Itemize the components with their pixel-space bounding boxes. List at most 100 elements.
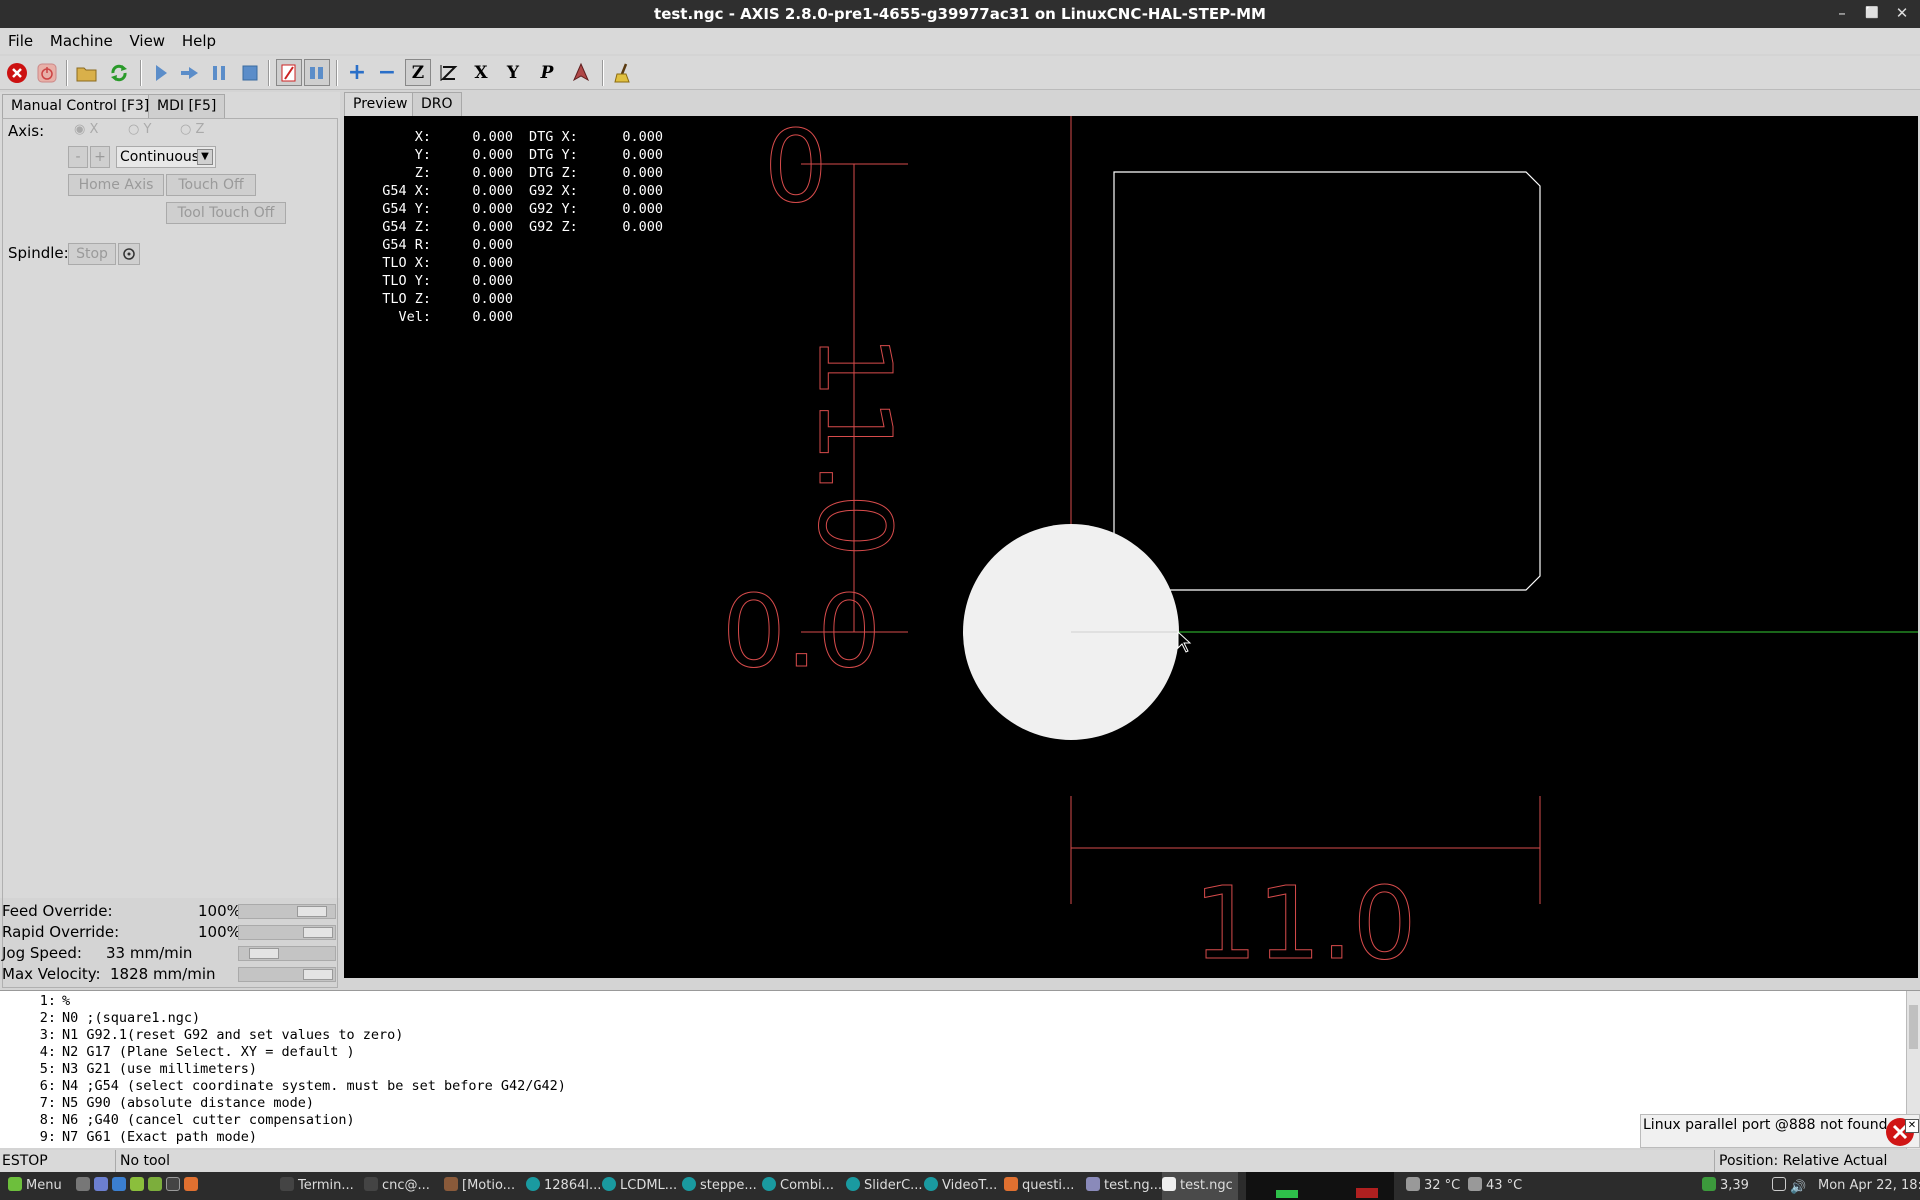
dro-label: G92 Z: bbox=[529, 219, 578, 235]
taskbar-item-slider[interactable]: SliderC... bbox=[846, 1172, 924, 1200]
gcode-line[interactable]: 9: N7 G61 (Exact path mode) bbox=[0, 1129, 566, 1146]
touch-off-button[interactable]: Touch Off bbox=[166, 174, 256, 196]
feed-override-thumb[interactable] bbox=[297, 906, 327, 917]
spindle-brake-button[interactable] bbox=[118, 243, 140, 265]
taskbar-item-12864[interactable]: 12864l... bbox=[526, 1172, 602, 1200]
gcode-scrollbar-thumb[interactable] bbox=[1909, 1005, 1918, 1049]
gcode-line[interactable]: 1:% bbox=[0, 993, 566, 1010]
gcode-line[interactable]: 3: N1 G92.1(reset G92 and set values to z… bbox=[0, 1027, 566, 1044]
jog-minus-button[interactable]: - bbox=[68, 146, 88, 168]
jog-increment-select[interactable]: Continuous ▼ bbox=[116, 146, 216, 168]
axis-y-radio[interactable]: ○ Y bbox=[128, 122, 151, 137]
view-x-button[interactable]: X bbox=[468, 59, 494, 86]
block-delete-button[interactable] bbox=[276, 59, 302, 86]
browser-icon[interactable] bbox=[112, 1177, 126, 1191]
tab-mdi[interactable]: MDI [F5] bbox=[148, 94, 226, 118]
minimize-icon[interactable]: – bbox=[1828, 0, 1856, 28]
brake-icon bbox=[123, 248, 135, 260]
pause-button[interactable] bbox=[206, 59, 232, 86]
step-button[interactable] bbox=[177, 59, 203, 86]
taskbar-item-test-axis[interactable]: test.ngc bbox=[1162, 1172, 1238, 1200]
volume-icon[interactable]: 🔊 bbox=[1790, 1174, 1806, 1195]
notifications-icon[interactable] bbox=[1772, 1177, 1786, 1191]
zoom-out-button[interactable]: − bbox=[374, 59, 400, 86]
view-y-button[interactable]: Y bbox=[500, 59, 526, 86]
tool-touch-off-button[interactable]: Tool Touch Off bbox=[166, 202, 286, 224]
menu-help[interactable]: Help bbox=[176, 28, 222, 54]
network-indicator[interactable]: 3,39 bbox=[1702, 1172, 1749, 1200]
quick-launch bbox=[76, 1172, 202, 1200]
play-icon bbox=[156, 64, 167, 81]
spindle-label: Spindle: bbox=[8, 244, 69, 262]
taskbar-item-test-editor[interactable]: test.ng... bbox=[1086, 1172, 1162, 1200]
tab-preview[interactable]: Preview bbox=[344, 92, 417, 116]
menu-machine[interactable]: Machine bbox=[44, 28, 119, 54]
max-velocity-slider[interactable] bbox=[238, 967, 336, 982]
stop-button[interactable] bbox=[237, 59, 263, 86]
taskbar-item-cnc[interactable]: cnc@... bbox=[364, 1172, 440, 1200]
feed-override-slider[interactable] bbox=[238, 904, 336, 919]
home-axis-button[interactable]: Home Axis bbox=[68, 174, 164, 196]
menu-file[interactable]: File bbox=[2, 28, 39, 54]
dro-value: 0.000 bbox=[472, 147, 513, 163]
rotate-view-icon bbox=[572, 62, 590, 81]
zoom-out-icon: − bbox=[377, 60, 397, 85]
axis-z-radio[interactable]: ○ Z bbox=[180, 122, 204, 137]
taskbar-item-label: SliderC... bbox=[864, 1178, 923, 1193]
taskbar-item-stepper[interactable]: steppe... bbox=[682, 1172, 758, 1200]
gcode-line[interactable]: 5: N3 G21 (use millimeters) bbox=[0, 1061, 566, 1078]
view-z-button[interactable]: Z bbox=[405, 59, 431, 86]
axis-x-radio[interactable]: ◉ X bbox=[74, 122, 98, 137]
firefox-icon[interactable] bbox=[184, 1177, 198, 1191]
dro-value: 0.000 bbox=[622, 147, 663, 163]
taskbar-item-motion[interactable]: [Motio... bbox=[444, 1172, 520, 1200]
machine-power-button[interactable] bbox=[34, 59, 60, 86]
gcode-line[interactable]: 7: N5 G90 (absolute distance mode) bbox=[0, 1095, 566, 1112]
reload-button[interactable] bbox=[106, 59, 132, 86]
close-icon[interactable]: ✕ bbox=[1888, 0, 1916, 28]
taskbar-item-video[interactable]: VideoT... bbox=[924, 1172, 1000, 1200]
notification-close-button[interactable]: ✕ bbox=[1905, 1119, 1919, 1133]
tab-manual-control[interactable]: Manual Control [F3] bbox=[2, 94, 159, 118]
preview-canvas[interactable]: 0.0 0 11.0 11.0 bbox=[344, 116, 1918, 978]
workspace-switcher[interactable] bbox=[1246, 1172, 1394, 1200]
gcode-listing[interactable]: 1:% 2: N0 ;(square1.ngc) 3: N1 G92.1(reset G… bbox=[0, 990, 1920, 1149]
max-velocity-thumb[interactable] bbox=[303, 969, 333, 980]
menu-view[interactable]: View bbox=[123, 28, 171, 54]
run-button[interactable] bbox=[148, 59, 174, 86]
jog-plus-button[interactable]: + bbox=[90, 146, 110, 168]
rotate-view-button[interactable] bbox=[568, 59, 594, 86]
gcode-line[interactable]: 4: N2 G17 (Plane Select. XY = default ) bbox=[0, 1044, 566, 1061]
start-menu-button[interactable]: Menu bbox=[8, 1172, 62, 1200]
spindle-stop-button[interactable]: Stop bbox=[68, 243, 116, 265]
gcode-line[interactable]: 2: N0 ;(square1.ngc) bbox=[0, 1010, 566, 1027]
jog-speed-slider[interactable] bbox=[238, 946, 336, 961]
folder-icon[interactable] bbox=[148, 1177, 162, 1191]
open-file-button[interactable] bbox=[74, 59, 100, 86]
taskbar-item-question[interactable]: questi... bbox=[1004, 1172, 1080, 1200]
estop-button[interactable] bbox=[4, 59, 30, 86]
gcode-line[interactable]: 8: N6 ;G40 (cancel cutter compensation) bbox=[0, 1112, 566, 1129]
view-z-rotated-button[interactable] bbox=[436, 59, 462, 86]
rapid-override-thumb[interactable] bbox=[303, 927, 333, 938]
files-icon[interactable] bbox=[94, 1177, 108, 1191]
clock[interactable]: Mon Apr 22, 18:3 bbox=[1818, 1172, 1920, 1200]
maximize-icon[interactable]: ⬜ bbox=[1858, 0, 1886, 28]
view-p-label: P bbox=[540, 62, 554, 83]
zoom-in-button[interactable]: + bbox=[344, 59, 370, 86]
taskbar-item-lcdml[interactable]: LCDML... bbox=[602, 1172, 678, 1200]
jog-speed-thumb[interactable] bbox=[249, 948, 279, 959]
show-desktop-icon[interactable] bbox=[76, 1177, 90, 1191]
terminal-icon[interactable] bbox=[166, 1177, 180, 1191]
max-velocity-label: Max Velocity: bbox=[2, 965, 101, 983]
optional-stop-button[interactable] bbox=[304, 59, 330, 86]
taskbar-item-combi[interactable]: Combi... bbox=[762, 1172, 838, 1200]
view-p-button[interactable]: P bbox=[534, 59, 560, 86]
gcode-line[interactable]: 6: N4 ;G54 (select coordinate system. mus… bbox=[0, 1078, 566, 1095]
rapid-override-slider[interactable] bbox=[238, 925, 336, 940]
clear-plot-button[interactable] bbox=[610, 59, 636, 86]
spreadsheet-icon[interactable] bbox=[130, 1177, 144, 1191]
tab-dro[interactable]: DRO bbox=[412, 92, 462, 116]
title-bar: test.ngc - AXIS 2.8.0-pre1-4655-g39977ac… bbox=[0, 0, 1920, 28]
taskbar-item-terminal[interactable]: Termin... bbox=[280, 1172, 356, 1200]
